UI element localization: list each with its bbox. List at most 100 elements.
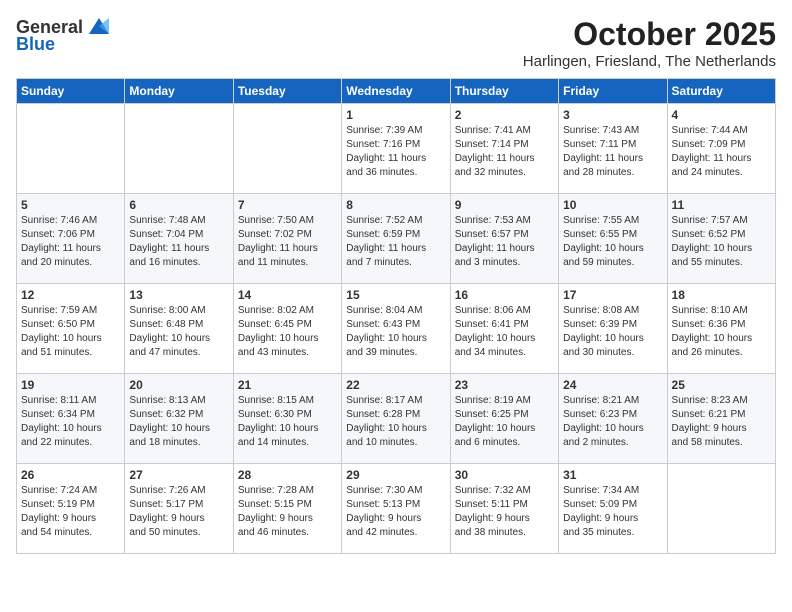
calendar-cell: 29Sunrise: 7:30 AM Sunset: 5:13 PM Dayli…	[342, 464, 450, 554]
header-tuesday: Tuesday	[233, 79, 341, 104]
logo-blue: Blue	[16, 34, 55, 55]
calendar-cell: 15Sunrise: 8:04 AM Sunset: 6:43 PM Dayli…	[342, 284, 450, 374]
calendar-cell: 11 Sunrise: 7:57 AM Sunset: 6:52 PM Dayli…	[667, 194, 775, 284]
calendar-cell: 9Sunrise: 7:53 AM Sunset: 6:57 PM Daylig…	[450, 194, 558, 284]
calendar-cell: 28Sunrise: 7:28 AM Sunset: 5:15 PM Dayli…	[233, 464, 341, 554]
day-info: Sunrise: 8:17 AM Sunset: 6:28 PM Dayligh…	[346, 394, 445, 450]
day-info: Sunrise: 8:11 AM Sunset: 6:34 PM Dayligh…	[21, 394, 120, 450]
header-friday: Friday	[559, 79, 667, 104]
day-number: 1	[346, 108, 445, 122]
day-number: 8	[346, 198, 445, 212]
day-number: 27	[129, 468, 228, 482]
calendar-cell: 1 Sunrise: 7:39 AM Sunset: 7:16 PM Daylig…	[342, 104, 450, 194]
calendar-cell: 13 Sunrise: 8:00 AM Sunset: 6:48 PM Dayli…	[125, 284, 233, 374]
day-info: Sunrise: 8:21 AM Sunset: 6:23 PM Dayligh…	[563, 394, 662, 450]
day-number: 20	[129, 378, 228, 392]
calendar-header-row: SundayMondayTuesdayWednesdayThursdayFrid…	[17, 79, 776, 104]
day-info: Sunrise: 7:41 AM Sunset: 7:14 PM Dayligh…	[455, 124, 554, 180]
day-number: 3	[563, 108, 662, 122]
calendar-cell: 21Sunrise: 8:15 AM Sunset: 6:30 PM Dayli…	[233, 374, 341, 464]
day-info: Sunrise: 8:04 AM Sunset: 6:43 PM Dayligh…	[346, 304, 445, 360]
location-title: Harlingen, Friesland, The Netherlands	[523, 53, 776, 70]
calendar-cell: 19 Sunrise: 8:11 AM Sunset: 6:34 PM Dayli…	[17, 374, 125, 464]
day-info: Sunrise: 7:55 AM Sunset: 6:55 PM Dayligh…	[563, 214, 662, 270]
day-number: 6	[129, 198, 228, 212]
day-number: 13	[129, 288, 228, 302]
calendar-table: SundayMondayTuesdayWednesdayThursdayFrid…	[16, 78, 776, 554]
day-info: Sunrise: 7:48 AM Sunset: 7:04 PM Dayligh…	[129, 214, 228, 270]
calendar-cell: 31 Sunrise: 7:34 AM Sunset: 5:09 PM Dayli…	[559, 464, 667, 554]
calendar-cell: 8 Sunrise: 7:52 AM Sunset: 6:59 PM Daylig…	[342, 194, 450, 284]
day-info: Sunrise: 8:13 AM Sunset: 6:32 PM Dayligh…	[129, 394, 228, 450]
calendar-cell: 7Sunrise: 7:50 AM Sunset: 7:02 PM Daylig…	[233, 194, 341, 284]
calendar-cell: 20 Sunrise: 8:13 AM Sunset: 6:32 PM Dayli…	[125, 374, 233, 464]
day-number: 14	[238, 288, 337, 302]
calendar-week-3: 12 Sunrise: 7:59 AM Sunset: 6:50 PM Dayli…	[17, 284, 776, 374]
day-info: Sunrise: 8:06 AM Sunset: 6:41 PM Dayligh…	[455, 304, 554, 360]
calendar-cell	[667, 464, 775, 554]
calendar-cell: 10 Sunrise: 7:55 AM Sunset: 6:55 PM Dayli…	[559, 194, 667, 284]
day-info: Sunrise: 8:23 AM Sunset: 6:21 PM Dayligh…	[672, 394, 771, 450]
day-info: Sunrise: 7:26 AM Sunset: 5:17 PM Dayligh…	[129, 484, 228, 540]
header-saturday: Saturday	[667, 79, 775, 104]
day-number: 24	[563, 378, 662, 392]
calendar-week-4: 19 Sunrise: 8:11 AM Sunset: 6:34 PM Dayli…	[17, 374, 776, 464]
day-number: 26	[21, 468, 120, 482]
day-number: 25	[672, 378, 771, 392]
day-number: 11	[672, 198, 771, 212]
title-section: October 2025 Harlingen, Friesland, The N…	[523, 16, 776, 70]
day-number: 16	[455, 288, 554, 302]
day-info: Sunrise: 8:10 AM Sunset: 6:36 PM Dayligh…	[672, 304, 771, 360]
calendar-cell: 26 Sunrise: 7:24 AM Sunset: 5:19 PM Dayli…	[17, 464, 125, 554]
day-info: Sunrise: 7:34 AM Sunset: 5:09 PM Dayligh…	[563, 484, 662, 540]
calendar-cell: 14 Sunrise: 8:02 AM Sunset: 6:45 PM Dayli…	[233, 284, 341, 374]
day-info: Sunrise: 7:57 AM Sunset: 6:52 PM Dayligh…	[672, 214, 771, 270]
day-number: 10	[563, 198, 662, 212]
day-number: 12	[21, 288, 120, 302]
logo: General Blue	[16, 16, 113, 55]
day-number: 22	[346, 378, 445, 392]
day-info: Sunrise: 7:43 AM Sunset: 7:11 PM Dayligh…	[563, 124, 662, 180]
day-info: Sunrise: 7:59 AM Sunset: 6:50 PM Dayligh…	[21, 304, 120, 360]
calendar-cell: 16 Sunrise: 8:06 AM Sunset: 6:41 PM Dayli…	[450, 284, 558, 374]
calendar-cell: 24 Sunrise: 8:21 AM Sunset: 6:23 PM Dayli…	[559, 374, 667, 464]
calendar-week-2: 5 Sunrise: 7:46 AM Sunset: 7:06 PM Daylig…	[17, 194, 776, 284]
day-number: 31	[563, 468, 662, 482]
calendar-cell: 4 Sunrise: 7:44 AM Sunset: 7:09 PM Daylig…	[667, 104, 775, 194]
day-info: Sunrise: 8:08 AM Sunset: 6:39 PM Dayligh…	[563, 304, 662, 360]
day-number: 30	[455, 468, 554, 482]
calendar-cell: 30Sunrise: 7:32 AM Sunset: 5:11 PM Dayli…	[450, 464, 558, 554]
calendar-cell	[125, 104, 233, 194]
day-number: 7	[238, 198, 337, 212]
day-number: 28	[238, 468, 337, 482]
day-info: Sunrise: 7:44 AM Sunset: 7:09 PM Dayligh…	[672, 124, 771, 180]
calendar-cell: 6 Sunrise: 7:48 AM Sunset: 7:04 PM Daylig…	[125, 194, 233, 284]
calendar-cell	[17, 104, 125, 194]
header-thursday: Thursday	[450, 79, 558, 104]
day-info: Sunrise: 8:15 AM Sunset: 6:30 PM Dayligh…	[238, 394, 337, 450]
header-monday: Monday	[125, 79, 233, 104]
day-info: Sunrise: 8:19 AM Sunset: 6:25 PM Dayligh…	[455, 394, 554, 450]
day-number: 5	[21, 198, 120, 212]
day-number: 17	[563, 288, 662, 302]
page-header: General Blue October 2025 Harlingen, Fri…	[16, 16, 776, 70]
day-info: Sunrise: 8:00 AM Sunset: 6:48 PM Dayligh…	[129, 304, 228, 360]
calendar-week-5: 26 Sunrise: 7:24 AM Sunset: 5:19 PM Dayli…	[17, 464, 776, 554]
calendar-cell: 3 Sunrise: 7:43 AM Sunset: 7:11 PM Daylig…	[559, 104, 667, 194]
day-info: Sunrise: 8:02 AM Sunset: 6:45 PM Dayligh…	[238, 304, 337, 360]
logo-icon	[85, 16, 113, 38]
calendar-cell: 22 Sunrise: 8:17 AM Sunset: 6:28 PM Dayli…	[342, 374, 450, 464]
day-number: 2	[455, 108, 554, 122]
day-number: 19	[21, 378, 120, 392]
calendar-cell	[233, 104, 341, 194]
month-title: October 2025	[523, 16, 776, 53]
day-info: Sunrise: 7:53 AM Sunset: 6:57 PM Dayligh…	[455, 214, 554, 270]
day-info: Sunrise: 7:46 AM Sunset: 7:06 PM Dayligh…	[21, 214, 120, 270]
calendar-cell: 2 Sunrise: 7:41 AM Sunset: 7:14 PM Daylig…	[450, 104, 558, 194]
day-info: Sunrise: 7:39 AM Sunset: 7:16 PM Dayligh…	[346, 124, 445, 180]
day-number: 4	[672, 108, 771, 122]
day-info: Sunrise: 7:24 AM Sunset: 5:19 PM Dayligh…	[21, 484, 120, 540]
day-info: Sunrise: 7:52 AM Sunset: 6:59 PM Dayligh…	[346, 214, 445, 270]
header-sunday: Sunday	[17, 79, 125, 104]
calendar-cell: 17 Sunrise: 8:08 AM Sunset: 6:39 PM Dayli…	[559, 284, 667, 374]
